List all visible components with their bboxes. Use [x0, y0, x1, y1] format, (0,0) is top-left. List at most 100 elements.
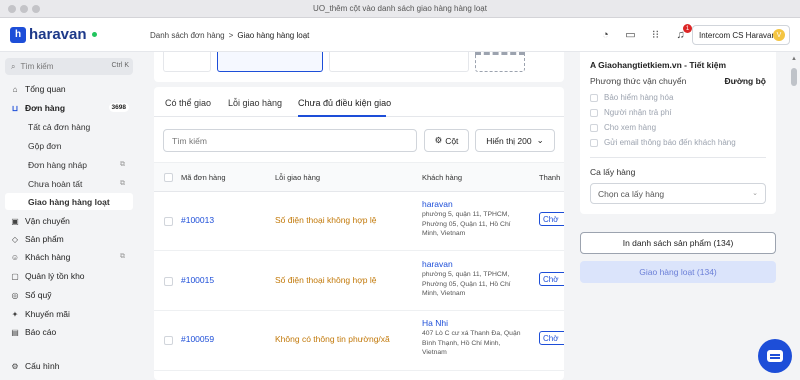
cart-icon: ⊔	[11, 103, 19, 113]
sidebar-item-products[interactable]: ◇ Sản phẩm	[5, 231, 133, 247]
option-email-notify[interactable]: Gửi email thông báo đến khách hàng	[590, 138, 736, 147]
customer-name-link[interactable]: Ha Nhi	[422, 318, 522, 328]
customer-name-link[interactable]: haravan	[422, 259, 522, 269]
option-label: Người nhận trả phí	[604, 108, 672, 117]
print-products-button[interactable]: In danh sách sản phẩm (134)	[580, 232, 776, 254]
window-title: UO_thêm cột vào danh sách giao hàng hàng…	[313, 4, 487, 13]
order-id-link[interactable]: #100059	[181, 334, 214, 344]
row-checkbox[interactable]	[164, 217, 173, 226]
row-checkbox[interactable]	[164, 277, 173, 286]
customer-address: phường 5, quận 11, TPHCM, Phường 05, Quậ…	[422, 271, 511, 297]
table-header: Mã đơn hàng Lỗi giao hàng Khách hàng Tha…	[154, 162, 564, 192]
sidebar-item-orders[interactable]: ⊔ Đơn hàng 3698	[5, 100, 133, 116]
external-link-icon: ⧉	[120, 180, 125, 187]
option-checkbox[interactable]	[590, 123, 598, 132]
history-icon[interactable]: ◔	[598, 27, 613, 42]
store-switcher[interactable]: Intercom CS Haravan V	[692, 25, 790, 45]
pickup-shift-select[interactable]: Chọn ca lấy hàng ⌄	[590, 183, 766, 204]
header-icons: ◔ ▭ ⁝⁝ ♫ 1	[598, 24, 692, 42]
tab-shipping-error[interactable]: Lỗi giao hàng	[228, 98, 282, 108]
external-link-icon: ⧉	[120, 253, 125, 260]
message-icon[interactable]: ▭	[623, 27, 638, 42]
breadcrumb-separator: >	[228, 31, 234, 40]
apps-grid-icon[interactable]: ⁝⁝	[648, 27, 663, 42]
sidebar-item-promotions[interactable]: ✦ Khuyến mãi	[5, 306, 133, 322]
truck-icon: ▣	[11, 216, 19, 226]
sidebar-item-label: Cấu hình	[25, 361, 60, 371]
logo[interactable]: h haravan	[10, 26, 97, 43]
sidebar-item-label: Quản lý tồn kho	[25, 271, 85, 281]
carrier-title: A Giaohangtietkiem.vn - Tiết kiệm	[590, 60, 727, 70]
option-label: Gửi email thông báo đến khách hàng	[604, 138, 736, 147]
option-receiver-pays[interactable]: Người nhận trả phí	[590, 108, 672, 117]
sidebar-item-label: Gộp đơn	[28, 141, 62, 151]
columns-button[interactable]: ⚙ Cột	[424, 129, 469, 152]
orders-count-badge: 3698	[108, 103, 129, 112]
window-titlebar: UO_thêm cột vào danh sách giao hàng hàng…	[0, 0, 800, 18]
search-icon: ⌕	[11, 61, 16, 71]
sidebar-item-bulk-shipping[interactable]: Giao hàng hàng loạt	[5, 193, 133, 210]
sidebar-item-label: Khách hàng	[25, 252, 71, 262]
option-checkbox[interactable]	[590, 108, 598, 117]
scrollbar-thumb[interactable]	[791, 68, 797, 86]
option-label: Bảo hiểm hàng hóa	[604, 93, 674, 102]
row-checkbox[interactable]	[164, 336, 173, 345]
pickup-shift-placeholder: Chọn ca lấy hàng	[598, 189, 665, 199]
option-allow-inspect[interactable]: Cho xem hàng	[590, 123, 656, 132]
sidebar-item-overview[interactable]: ⌂ Tổng quan	[5, 81, 133, 97]
summary-card-add[interactable]	[475, 52, 525, 72]
sidebar-item-cashbook[interactable]: ◎ Sổ quỹ	[5, 287, 133, 303]
option-checkbox[interactable]	[590, 93, 598, 102]
chat-button[interactable]	[758, 339, 792, 373]
sidebar-item-label: Tất cả đơn hàng	[28, 122, 91, 132]
summary-card-selected[interactable]	[217, 52, 323, 72]
page-size-select[interactable]: Hiển thị 200 ⌄	[475, 129, 555, 152]
sidebar-item-label: Khuyến mãi	[25, 309, 70, 319]
order-id-link[interactable]: #100013	[181, 215, 214, 225]
sidebar-item-merge-orders[interactable]: Gộp đơn	[5, 138, 133, 154]
chart-icon: ▤	[11, 327, 19, 337]
bulk-ship-button[interactable]: Giao hàng loạt (134)	[580, 261, 776, 283]
scroll-up-icon[interactable]: ▲	[791, 56, 797, 62]
sidebar-item-settings[interactable]: ⚙ Cấu hình	[5, 358, 133, 374]
summary-card[interactable]	[329, 52, 469, 72]
shipping-error-text: Số điện thoại không hợp lệ	[275, 275, 377, 285]
sidebar-item-draft-orders[interactable]: Đơn hàng nháp ⧉	[5, 157, 133, 173]
scrollbar[interactable]	[788, 52, 800, 380]
sidebar-item-incomplete[interactable]: Chưa hoàn tất ⧉	[5, 176, 133, 192]
sidebar-item-all-orders[interactable]: Tất cả đơn hàng	[5, 119, 133, 135]
orders-search-input[interactable]: Tìm kiếm	[163, 129, 417, 152]
haravan-logo-icon: h	[10, 26, 26, 43]
option-checkbox[interactable]	[590, 138, 598, 147]
status-badge: Chờ	[539, 272, 564, 286]
breadcrumb-orders-link[interactable]: Danh sách đơn hàng	[150, 31, 225, 40]
sidebar-item-label: Đơn hàng nháp	[28, 160, 87, 170]
select-all-checkbox[interactable]	[164, 173, 173, 182]
sidebar-search-input[interactable]: ⌕ Tìm kiếm Ctrl K	[5, 58, 133, 75]
store-name: Intercom CS Haravan	[699, 30, 776, 40]
sidebar-item-customers[interactable]: ☺ Khách hàng ⧉	[5, 249, 133, 265]
summary-card[interactable]	[163, 52, 211, 72]
active-tab-indicator	[298, 115, 386, 117]
sidebar-item-label: Vận chuyển	[25, 216, 70, 226]
tag-icon: ◇	[11, 234, 19, 244]
sidebar-item-label: Báo cáo	[25, 327, 57, 337]
breadcrumb: Danh sách đơn hàng > Giao hàng hàng loạt	[150, 31, 309, 40]
order-id-link[interactable]: #100015	[181, 275, 214, 285]
table-row[interactable]: #100013 Số điện thoại không hợp lệ harav…	[154, 192, 564, 251]
sidebar-item-inventory[interactable]: ▢ Quản lý tồn kho	[5, 268, 133, 284]
tab-can-ship[interactable]: Có thể giao	[165, 98, 211, 108]
bell-icon[interactable]: ♫ 1	[673, 24, 692, 42]
sidebar-item-reports[interactable]: ▤ Báo cáo	[5, 324, 133, 340]
customer-name-link[interactable]: haravan	[422, 199, 522, 209]
option-insurance[interactable]: Bảo hiểm hàng hóa	[590, 93, 673, 102]
table-row[interactable]: #100015 Số điện thoại không hợp lệ harav…	[154, 251, 564, 311]
table-row[interactable]: #100059 Không có thông tin phường/xã Ha …	[154, 311, 564, 371]
summary-cards	[154, 52, 564, 82]
avatar: V	[773, 29, 785, 41]
customer-address: 407 Lò C cư xá Thanh Đa, Quận Bình Thạnh…	[422, 330, 521, 356]
option-label: Cho xem hàng	[604, 123, 657, 132]
tab-not-eligible[interactable]: Chưa đủ điều kiện giao	[298, 98, 391, 108]
sidebar-item-shipping[interactable]: ▣ Vận chuyển	[5, 213, 133, 229]
search-shortcut: Ctrl K	[111, 62, 130, 69]
